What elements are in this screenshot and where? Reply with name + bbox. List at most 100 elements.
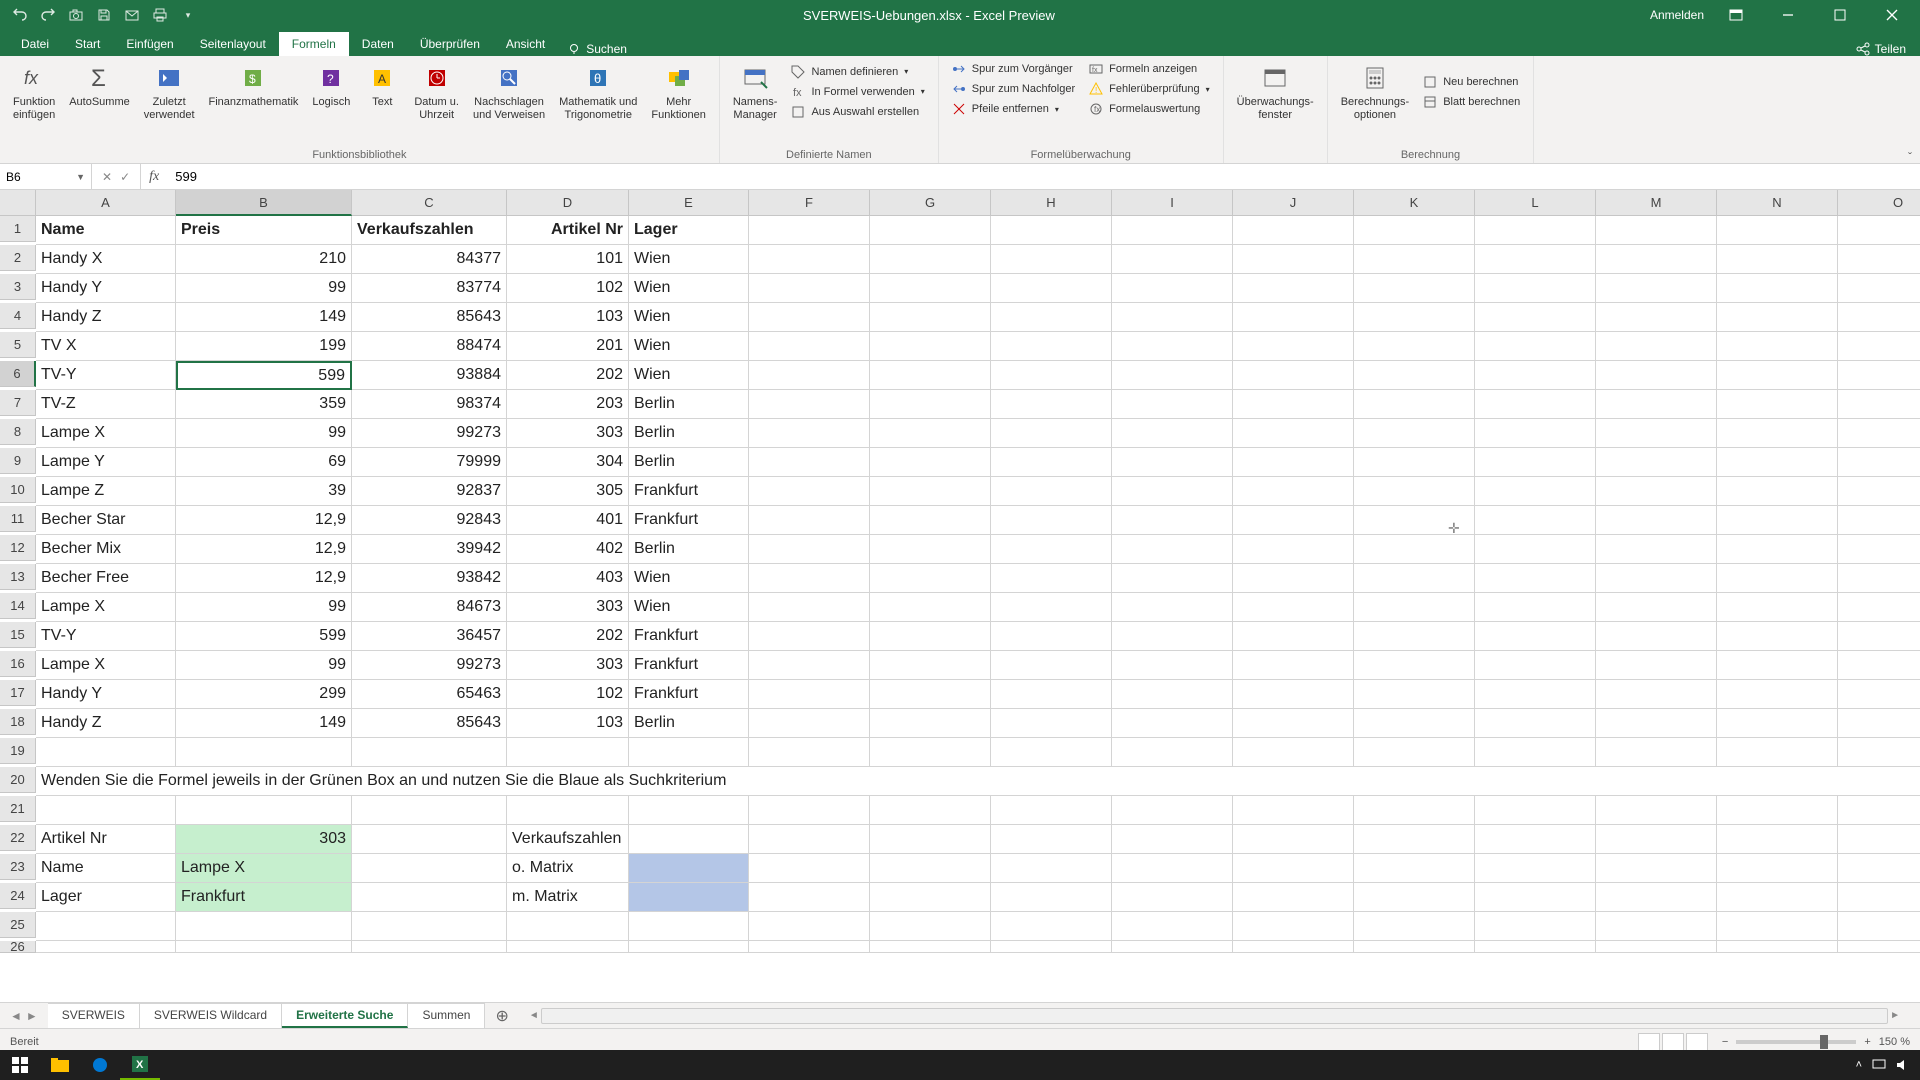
- cell[interactable]: [870, 245, 991, 274]
- cell[interactable]: [1596, 883, 1717, 912]
- cell[interactable]: [1838, 332, 1920, 361]
- cell[interactable]: [1112, 245, 1233, 274]
- cell[interactable]: [352, 941, 507, 953]
- cell[interactable]: Handy Y: [36, 274, 176, 303]
- cell[interactable]: [352, 883, 507, 912]
- cell[interactable]: [1475, 680, 1596, 709]
- horizontal-scrollbar[interactable]: ◄ ►: [529, 1008, 1900, 1024]
- cell[interactable]: 12,9: [176, 564, 352, 593]
- cell[interactable]: [1233, 912, 1354, 941]
- cell[interactable]: [870, 854, 991, 883]
- row-header[interactable]: 6: [0, 361, 36, 387]
- cell[interactable]: Lampe Y: [36, 448, 176, 477]
- sheet-tab-wildcard[interactable]: SVERWEIS Wildcard: [140, 1003, 282, 1028]
- cell[interactable]: [1717, 883, 1838, 912]
- quickprint-icon[interactable]: [152, 7, 168, 23]
- row-header[interactable]: 19: [0, 738, 36, 764]
- cell[interactable]: [507, 912, 629, 941]
- cell[interactable]: [1233, 564, 1354, 593]
- cell[interactable]: [991, 593, 1112, 622]
- tab-start[interactable]: Start: [62, 32, 113, 56]
- cell[interactable]: [991, 912, 1112, 941]
- cell[interactable]: [1354, 506, 1475, 535]
- formula-input[interactable]: 599: [167, 169, 1920, 184]
- column-header[interactable]: D: [507, 190, 629, 216]
- cell[interactable]: [1354, 332, 1475, 361]
- share-button[interactable]: Teilen: [1856, 42, 1906, 56]
- tab-ansicht[interactable]: Ansicht: [493, 32, 558, 56]
- cell[interactable]: [1475, 593, 1596, 622]
- cell[interactable]: Becher Star: [36, 506, 176, 535]
- column-header[interactable]: E: [629, 190, 749, 216]
- cell[interactable]: [991, 448, 1112, 477]
- cell[interactable]: [1354, 680, 1475, 709]
- cell[interactable]: m. Matrix: [507, 883, 629, 912]
- cell[interactable]: Name: [36, 216, 176, 245]
- sheet-tab-sverweis[interactable]: SVERWEIS: [48, 1003, 140, 1028]
- cell[interactable]: [1233, 709, 1354, 738]
- excel-icon[interactable]: X: [120, 1050, 160, 1080]
- cell[interactable]: [1233, 506, 1354, 535]
- cell[interactable]: [1112, 738, 1233, 767]
- cell[interactable]: 65463: [352, 680, 507, 709]
- cell[interactable]: Lampe Z: [36, 477, 176, 506]
- cell[interactable]: [36, 738, 176, 767]
- financial-button[interactable]: $ Finanzmathematik: [204, 60, 304, 123]
- cell[interactable]: [1112, 361, 1233, 390]
- cell[interactable]: [749, 738, 870, 767]
- cell[interactable]: [1233, 361, 1354, 390]
- cell[interactable]: [1838, 245, 1920, 274]
- cell[interactable]: [1233, 477, 1354, 506]
- cell[interactable]: Becher Mix: [36, 535, 176, 564]
- cell[interactable]: TV-Y: [36, 622, 176, 651]
- cell[interactable]: [1717, 564, 1838, 593]
- cell[interactable]: [749, 593, 870, 622]
- cell[interactable]: [1354, 622, 1475, 651]
- cell[interactable]: [629, 912, 749, 941]
- add-sheet-button[interactable]: ⊕: [485, 1006, 518, 1026]
- camera-icon[interactable]: [68, 7, 84, 23]
- cell[interactable]: [1475, 303, 1596, 332]
- cell[interactable]: [629, 738, 749, 767]
- cell[interactable]: Verkaufszahlen: [352, 216, 507, 245]
- close-button[interactable]: [1872, 0, 1912, 30]
- cell[interactable]: [1233, 535, 1354, 564]
- cell[interactable]: [1717, 216, 1838, 245]
- cell[interactable]: [1475, 332, 1596, 361]
- cell[interactable]: [1717, 825, 1838, 854]
- column-header[interactable]: H: [991, 190, 1112, 216]
- cell[interactable]: [991, 651, 1112, 680]
- tab-formeln[interactable]: Formeln: [279, 32, 349, 56]
- cell[interactable]: [507, 941, 629, 953]
- cell[interactable]: [1838, 825, 1920, 854]
- cell[interactable]: [991, 709, 1112, 738]
- row-header[interactable]: 1: [0, 216, 36, 242]
- cell[interactable]: [1475, 564, 1596, 593]
- cell[interactable]: 99273: [352, 651, 507, 680]
- cell[interactable]: [1354, 245, 1475, 274]
- cell[interactable]: [870, 564, 991, 593]
- cell[interactable]: [1596, 506, 1717, 535]
- cell[interactable]: [749, 419, 870, 448]
- row-header[interactable]: 10: [0, 477, 36, 503]
- cell[interactable]: [1354, 738, 1475, 767]
- cell[interactable]: [1112, 651, 1233, 680]
- cell[interactable]: [991, 564, 1112, 593]
- show-formulas-button[interactable]: fxFormeln anzeigen: [1084, 60, 1215, 78]
- cell[interactable]: [1233, 216, 1354, 245]
- chevron-down-icon[interactable]: ▼: [76, 172, 85, 182]
- cell[interactable]: [870, 680, 991, 709]
- cell[interactable]: [1233, 448, 1354, 477]
- cell[interactable]: [1233, 245, 1354, 274]
- cell[interactable]: [1354, 796, 1475, 825]
- cell[interactable]: [1596, 448, 1717, 477]
- cell[interactable]: TV-Z: [36, 390, 176, 419]
- cell[interactable]: [1475, 216, 1596, 245]
- cell[interactable]: [1596, 245, 1717, 274]
- cell[interactable]: [1838, 796, 1920, 825]
- cell[interactable]: [991, 390, 1112, 419]
- row-header[interactable]: 21: [0, 796, 36, 822]
- cell[interactable]: [1475, 361, 1596, 390]
- cell[interactable]: [1838, 419, 1920, 448]
- row-header[interactable]: 13: [0, 564, 36, 590]
